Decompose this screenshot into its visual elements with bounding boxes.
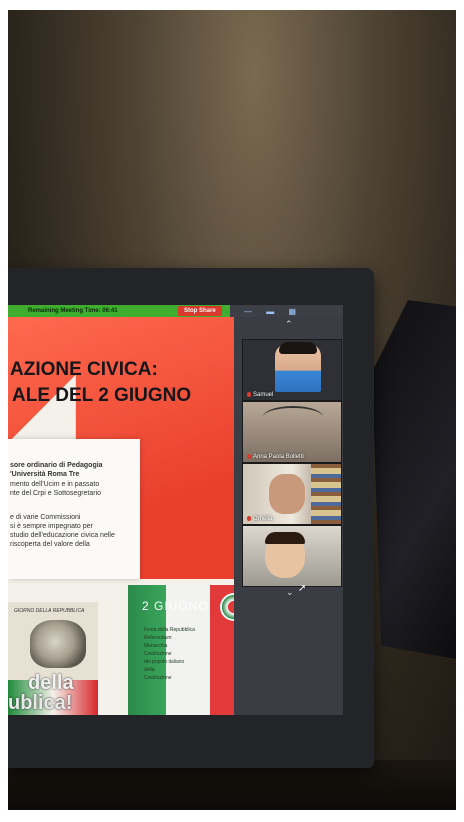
tricolor-card: 2 GIUGNO Festa della Repubblica Referend…: [128, 585, 234, 715]
tricolor-line: Referendum: [144, 635, 172, 641]
muted-mic-icon: [247, 453, 251, 459]
dark-object: [372, 300, 462, 660]
image-border-top: [0, 0, 464, 10]
muted-mic-icon: [247, 391, 251, 397]
tricolor-line: Monarchia: [144, 643, 168, 649]
mouse-cursor-icon: ➚: [298, 583, 307, 594]
tricolor-line: della: [144, 667, 155, 673]
stop-share-button[interactable]: Stop Share: [178, 306, 222, 316]
bio-line: sore ordinario di Pedagogia: [10, 462, 103, 469]
image-border-bottom: [0, 810, 464, 822]
stop-share-label: Stop Share: [184, 308, 216, 314]
poster-word-repubblica: ublica!: [8, 692, 73, 714]
bio-line: si è sempre impegnato per: [10, 523, 93, 530]
muted-mic-icon: [247, 515, 251, 521]
participant-video: [269, 474, 305, 514]
chevron-down-icon[interactable]: ⌄: [286, 587, 294, 598]
poster-top-text: GIORNO DELLA REPUBBLICA: [14, 608, 85, 614]
view-controls[interactable]: — ▬ ▦: [244, 307, 302, 316]
image-border-left: [0, 0, 8, 822]
tricolor-line: del popolo italiano: [144, 659, 185, 665]
poster-portrait: [30, 620, 86, 668]
tricolor-line: Costituzione: [144, 675, 172, 681]
participant-name: Ornella: [247, 515, 273, 522]
participant-tile[interactable]: Ornella: [242, 463, 342, 525]
participant-tile[interactable]: [242, 525, 342, 587]
shared-slide: AZIONE CIVICA: ALE DEL 2 GIUGNO sore ord…: [8, 317, 234, 715]
participant-tile[interactable]: Samuel: [242, 339, 342, 401]
slide-title: AZIONE CIVICA: ALE DEL 2 GIUGNO: [8, 357, 234, 409]
participant-name: Samuel: [247, 391, 274, 398]
participant-name-text: Ornella: [253, 516, 273, 522]
slide-title-line2: ALE DEL 2 GIUGNO: [12, 385, 192, 406]
meeting-timer-label: Remaining Meeting Time: 06:41: [28, 308, 118, 314]
bio-line: e di varie Commissioni: [10, 514, 81, 521]
zoom-screen: Remaining Meeting Time: 06:41 Stop Share…: [8, 305, 343, 715]
bookshelf: [311, 464, 341, 524]
participant-name-text: Anna Paola Bolletti: [253, 454, 304, 460]
italy-emblem-icon: [220, 593, 234, 621]
tricolor-line: Festa della Repubblica: [144, 627, 195, 633]
ceiling-lamp: [263, 406, 323, 428]
participant-hair: [279, 342, 317, 354]
participant-hair: [265, 532, 305, 544]
participant-name: Anna Paola Bolletti: [247, 453, 304, 460]
tricolor-line: Costituzione: [144, 651, 172, 657]
republic-poster: GIORNO DELLA REPUBBLICA della ublica!: [8, 602, 98, 715]
bio-line: 'Università Roma Tre: [10, 471, 80, 478]
participant-name-text: Samuel: [253, 392, 274, 398]
participant-tile[interactable]: Anna Paola Bolletti: [242, 401, 342, 463]
chevron-up-icon[interactable]: ⌃: [285, 319, 293, 330]
image-border-right: [456, 0, 464, 822]
participants-panel: ⌃ Samuel Anna Paola Bolletti Ornella ⌄ ➚: [234, 317, 343, 715]
bio-line: nte del Crpi e Sottosegretario: [10, 490, 102, 497]
bio-card: sore ordinario di Pedagogia 'Università …: [8, 439, 140, 579]
bio-line: riscoperta del valore della: [10, 541, 90, 548]
bio-line: mento dell'Ucim e in passato: [10, 481, 100, 488]
bio-line: studio dell'educazione civica nelle: [10, 532, 115, 539]
slide-title-line1: AZIONE CIVICA:: [10, 359, 158, 380]
tricolor-title: 2 GIUGNO: [142, 599, 209, 613]
